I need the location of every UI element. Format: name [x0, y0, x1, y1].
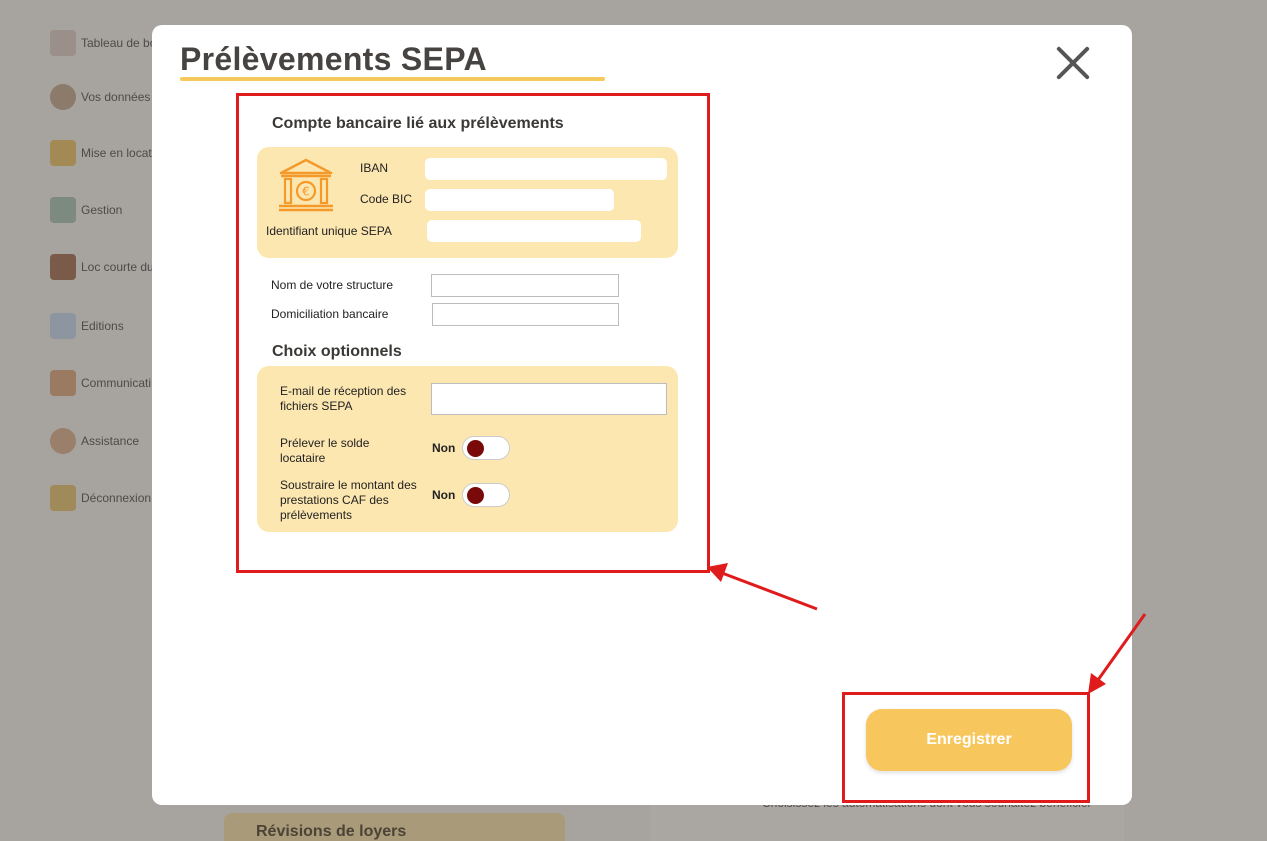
sidebar: Tableau de bo Vos données Mise en locat … [0, 0, 156, 841]
caf-label: Soustraire le montant des prestations CA… [280, 478, 417, 522]
calculator-icon [50, 197, 76, 223]
sepa-id-label: Identifiant unique SEPA [266, 224, 392, 238]
toggle-knob [467, 487, 484, 504]
sidebar-item-short-term: Loc courte du [50, 254, 154, 280]
sidebar-item-assistance: Assistance [50, 428, 139, 454]
solde-label: Prélever le solde locataire [280, 436, 370, 465]
sidebar-item-communication: Communicati [50, 370, 151, 396]
structure-input[interactable] [431, 274, 619, 297]
bank-euro-icon: € [279, 158, 333, 212]
sepa-modal: Prélèvements SEPA Compte bancaire lié au… [152, 25, 1132, 805]
iban-label: IBAN [360, 161, 389, 175]
caf-state-label: Non [432, 488, 456, 502]
bic-input[interactable] [425, 189, 614, 211]
rent-revision-card: Révisions de loyers [224, 813, 565, 841]
close-icon[interactable] [1052, 43, 1092, 83]
email-label: E-mail de réception des fichiers SEPA [280, 384, 407, 413]
dashboard-icon [50, 30, 76, 56]
caf-toggle[interactable] [462, 483, 510, 507]
sidebar-item-management: Gestion [50, 197, 122, 223]
support-icon [50, 428, 76, 454]
save-button[interactable]: Enregistrer [866, 709, 1072, 771]
sidebar-item-logout: Déconnexion [50, 485, 151, 511]
solde-state-label: Non [432, 441, 456, 455]
sidebar-item-rental: Mise en locat [50, 140, 152, 166]
title-underline [180, 77, 605, 81]
svg-text:€: € [302, 185, 310, 199]
solde-toggle[interactable] [462, 436, 510, 460]
printer-icon [50, 313, 76, 339]
modal-title: Prélèvements SEPA [180, 41, 487, 77]
email-input[interactable] [431, 383, 667, 415]
key-house-icon [50, 140, 76, 166]
rent-revision-title: Révisions de loyers [256, 823, 407, 840]
domiciliation-input[interactable] [432, 303, 619, 326]
bic-label: Code BIC [360, 192, 413, 206]
user-icon [50, 84, 76, 110]
bank-details-box: € IBAN Code BIC Identifiant unique SEPA [257, 147, 678, 258]
chat-icon [50, 370, 76, 396]
structure-label: Nom de votre structure [271, 278, 394, 292]
sidebar-item-editions: Editions [50, 313, 124, 339]
iban-input[interactable] [425, 158, 667, 180]
domiciliation-label: Domiciliation bancaire [271, 307, 389, 321]
sepa-id-input[interactable] [427, 220, 641, 242]
sidebar-item-dashboard: Tableau de bo [50, 30, 156, 56]
bank-section-title: Compte bancaire lié aux prélèvements [272, 115, 564, 132]
suitcase-icon [50, 254, 76, 280]
options-box: E-mail de réception des fichiers SEPA Pr… [257, 366, 678, 532]
sidebar-item-data: Vos données [50, 84, 150, 110]
toggle-knob [467, 440, 484, 457]
logout-icon [50, 485, 76, 511]
options-section-title: Choix optionnels [272, 343, 402, 360]
